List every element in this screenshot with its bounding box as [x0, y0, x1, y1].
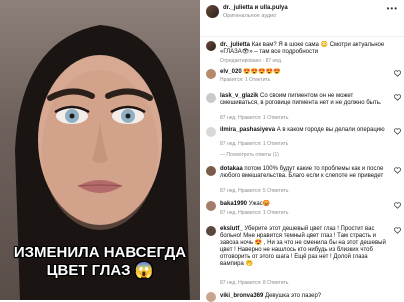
avatar[interactable]: [206, 69, 216, 79]
comment-username[interactable]: elv_020: [220, 69, 242, 75]
avatar[interactable]: [206, 93, 216, 103]
comment-0: elv_020 😍😍😍😍😍: [220, 69, 281, 76]
comment-username[interactable]: dotakaa: [220, 166, 243, 172]
like-heart-icon[interactable]: [394, 202, 401, 209]
like-heart-icon[interactable]: [394, 128, 401, 135]
comment-1: lask_v_glazik Со своим пигментом он не м…: [220, 93, 390, 107]
more-options-icon[interactable]: •••: [387, 4, 398, 13]
comment-text: потом 100% будут какие то проблемы как и…: [220, 166, 384, 179]
comment-5: ekslutf_ Уберите этот дешевый цвет глаз …: [220, 226, 390, 268]
caption-avatar[interactable]: [206, 41, 216, 51]
video-caption-line1: ИЗМЕНИЛА НАВСЕГДА: [13, 244, 187, 261]
like-heart-icon[interactable]: [394, 70, 401, 77]
comment-2: ilmira_pashasiyeva А в каком городе вы д…: [220, 127, 390, 134]
comment-username[interactable]: ilmira_pashasiyeva: [220, 127, 275, 133]
comment-username[interactable]: lask_v_glazik: [220, 93, 258, 99]
caption-meta: Отредактировано · 87 нед.: [220, 58, 283, 64]
comment-username[interactable]: baka1990: [220, 201, 247, 207]
avatar[interactable]: [206, 226, 216, 236]
caption-block: dr._julietta Как вам? Я в шоке сама 😳 См…: [220, 42, 396, 56]
comment-6: viki_bronva369 Девушка это лазер?: [220, 293, 321, 300]
like-heart-icon[interactable]: [394, 167, 401, 174]
view-replies-link[interactable]: — Посмотреть ответы (1): [220, 152, 279, 159]
comment-meta[interactable]: 87 нед. Нравится: 1 Ответить: [220, 115, 288, 122]
avatar[interactable]: [206, 127, 216, 137]
video-caption-line2: ЦВЕТ ГЛАЗ 😱: [0, 262, 200, 279]
post-authors[interactable]: dr._julietta и ulla.pulya: [223, 5, 288, 12]
like-heart-icon[interactable]: [394, 94, 401, 101]
avatar[interactable]: [206, 201, 216, 211]
comment-4: baka1990 Ужас😡: [220, 201, 270, 208]
comment-text: 😍😍😍😍😍: [243, 69, 281, 75]
comment-text: Девушка это лазер?: [265, 293, 322, 299]
comment-meta[interactable]: 87 нед. Нравится: 5 Ответить: [220, 188, 288, 195]
caption-text: ЦВЕТ ГЛАЗ: [46, 262, 131, 279]
comment-3: dotakaa потом 100% будут какие то пробле…: [220, 166, 390, 180]
video-panel[interactable]: ИЗМЕНИЛА НАВСЕГДА ЦВЕТ ГЛАЗ 😱: [0, 0, 200, 300]
header-divider: [200, 36, 404, 37]
comment-meta[interactable]: Нравится: 1 Ответить: [220, 77, 270, 84]
comment-meta[interactable]: 87 нед. Нравится: 1 Ответить: [220, 141, 288, 148]
comment-text: А в каком городе вы делали операцию: [276, 127, 385, 133]
comment-meta[interactable]: 87 нед. Нравится: 8 Ответить: [220, 280, 288, 287]
comment-username[interactable]: ekslutf_: [220, 226, 243, 232]
comment-username[interactable]: viki_bronva369: [220, 293, 263, 299]
like-heart-icon[interactable]: [394, 227, 401, 234]
comment-text: Уберите этот дешевый цвет глаз ! Простит…: [220, 226, 386, 267]
author-avatar[interactable]: [206, 5, 219, 18]
comment-meta[interactable]: 87 нед. Нравится: 1 Ответить: [220, 210, 288, 217]
comment-text: Ужас😡: [248, 201, 271, 207]
avatar[interactable]: [206, 166, 216, 176]
audio-label[interactable]: Оригинальное аудио: [223, 13, 276, 20]
caption-username[interactable]: dr._julietta: [220, 42, 250, 48]
caption-emoji: 😱: [134, 262, 154, 279]
avatar[interactable]: [206, 292, 216, 302]
